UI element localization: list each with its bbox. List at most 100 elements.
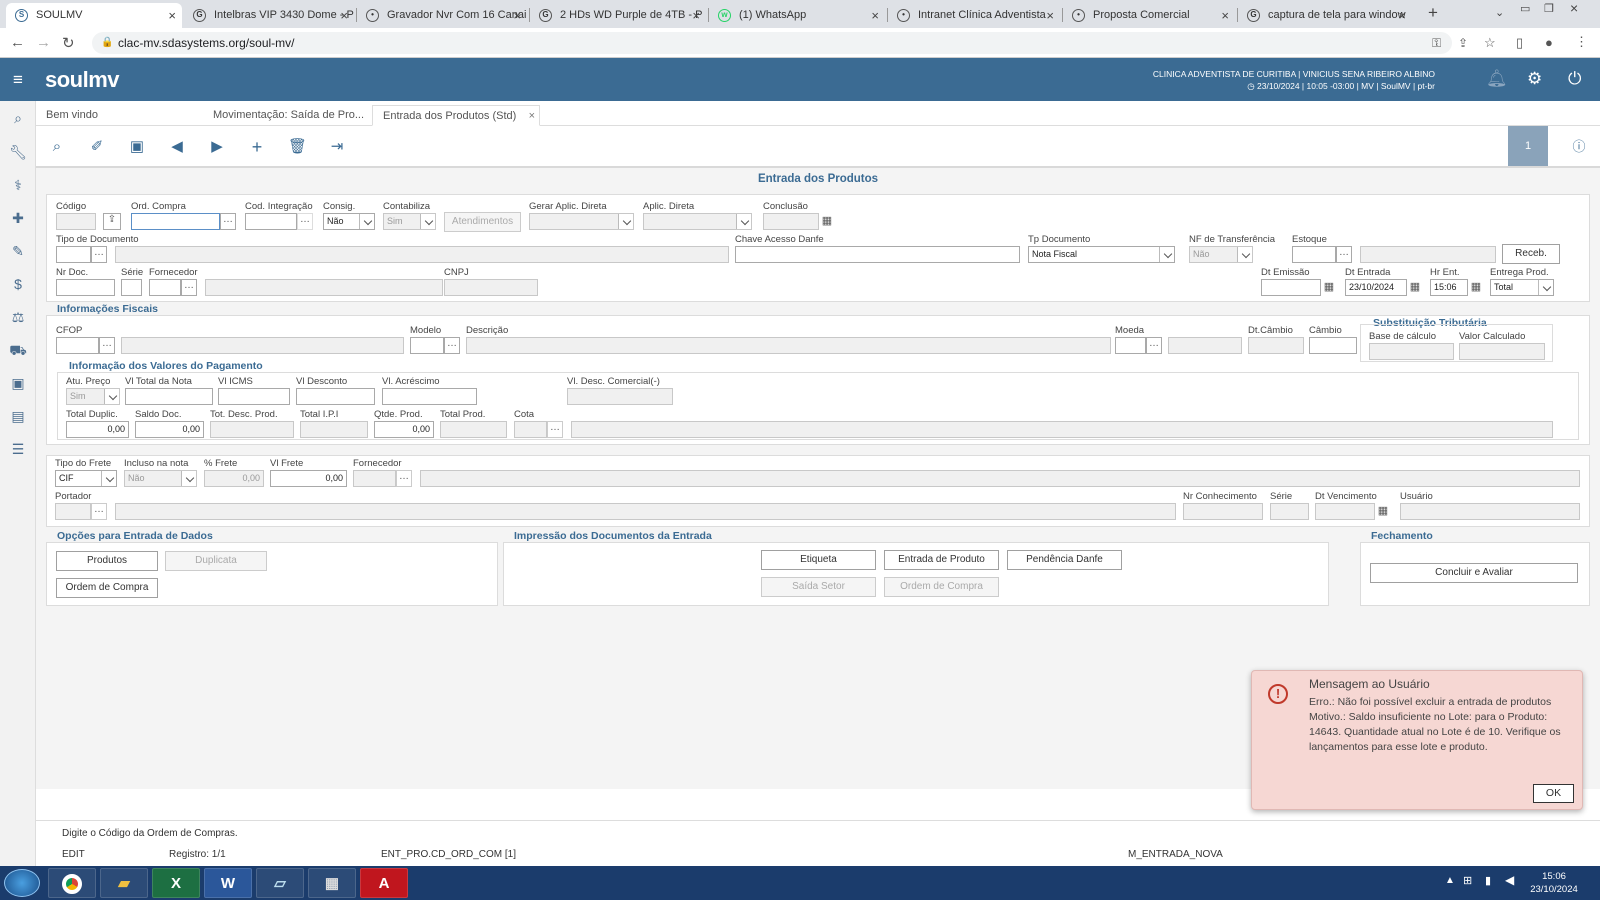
tipo-documento-lookup-icon[interactable]: … — [91, 246, 107, 263]
ord-compra-input[interactable] — [131, 213, 220, 230]
tab-bem-vindo[interactable]: Bem vindo — [36, 105, 108, 126]
vl-frete-input[interactable]: 0,00 — [270, 470, 347, 487]
stethoscope-icon[interactable]: ⚕ — [9, 176, 27, 194]
cfop-input[interactable] — [56, 337, 99, 354]
ord-compra-lookup-icon[interactable]: … — [220, 213, 236, 230]
close-icon[interactable]: × — [529, 106, 535, 127]
vl-total-nota-input[interactable] — [125, 388, 213, 405]
image-icon[interactable]: ▣ — [9, 374, 27, 392]
tipo-frete-select[interactable]: CIF — [55, 470, 117, 487]
network-icon[interactable]: ⊞ — [1463, 874, 1472, 887]
tipo-documento-input[interactable] — [56, 246, 91, 263]
help-icon[interactable]: ⓘ — [1570, 138, 1588, 156]
perc-frete-input[interactable]: 0,00 — [204, 470, 264, 487]
hr-ent-input[interactable]: 15:06 — [1430, 279, 1468, 296]
atendimentos-button[interactable]: Atendimentos — [444, 212, 521, 232]
share-icon[interactable]: ⇪ — [1458, 36, 1468, 50]
nr-conhecimento-input[interactable] — [1183, 503, 1263, 520]
nf-transferencia-select[interactable]: Não — [1189, 246, 1253, 263]
impressao-ordem-compra-button[interactable]: Ordem de Compra — [884, 577, 999, 597]
tab-search-icon[interactable]: ⌄ — [1495, 6, 1504, 19]
menu-dots-icon[interactable]: ⋮ — [1575, 34, 1588, 50]
saldo-doc-input[interactable]: 0,00 — [135, 421, 204, 438]
calendar-icon[interactable]: ▦ — [1376, 503, 1390, 520]
calculator-taskbar-icon[interactable]: ▦ — [308, 868, 356, 898]
url-field[interactable]: 🔒 clac-mv.sdasystems.org/soul-mv/ — [92, 32, 1452, 54]
medical-kit-icon[interactable]: ✚ — [9, 209, 27, 227]
gerar-aplic-direta-select[interactable] — [529, 213, 634, 230]
excel-taskbar-icon[interactable]: X — [152, 868, 200, 898]
moeda-input[interactable] — [1115, 337, 1146, 354]
clock-icon[interactable]: ▦ — [1469, 279, 1483, 296]
back-icon[interactable]: ← — [10, 34, 25, 51]
power-icon[interactable]: ⏻ — [1568, 69, 1581, 89]
eraser-icon[interactable]: ✐ — [88, 138, 106, 156]
codigo-input[interactable] — [56, 213, 96, 230]
estoque-lookup-icon[interactable]: … — [1336, 246, 1352, 263]
calendar-icon[interactable]: ▦ — [1408, 279, 1422, 296]
chave-danfe-input[interactable] — [735, 246, 1020, 263]
browser-tab-captura[interactable]: Gcaptura de tela para window × — [1238, 3, 1412, 28]
qtde-prod-input[interactable]: 0,00 — [374, 421, 434, 438]
ok-button[interactable]: OK — [1533, 784, 1574, 803]
wrench-icon[interactable]: 🔧︎ — [9, 143, 27, 161]
receb-button[interactable]: Receb. — [1502, 244, 1560, 264]
cod-integracao-lookup-icon[interactable]: … — [297, 213, 313, 230]
search-icon[interactable]: ⌕ — [9, 109, 27, 127]
chrome-taskbar-icon[interactable] — [48, 868, 96, 898]
browser-tab-intelbras[interactable]: G Intelbras VIP 3430 Dome - P × — [184, 3, 354, 28]
concluir-avaliar-button[interactable]: Concluir e Avaliar — [1370, 563, 1578, 583]
side-panel-icon[interactable]: ▯ — [1516, 35, 1523, 51]
word-taskbar-icon[interactable]: W — [204, 868, 252, 898]
frete-fornecedor-input[interactable] — [353, 470, 396, 487]
browser-tab-soulmv[interactable]: S SOULMV × — [6, 3, 182, 28]
browser-tab-whatsapp[interactable]: w (1) WhatsApp × — [709, 3, 885, 28]
close-tab-icon[interactable]: × — [1221, 3, 1229, 28]
contabiliza-select[interactable]: Sim — [383, 213, 436, 230]
system-clock[interactable]: 15:06 23/10/2024 — [1522, 870, 1586, 896]
vl-icms-input[interactable] — [218, 388, 290, 405]
browser-tab-intranet[interactable]: • Intranet Clínica Adventista × — [888, 3, 1060, 28]
browser-tab-proposta[interactable]: • Proposta Comercial × — [1063, 3, 1235, 28]
exit-icon[interactable]: ⇥ — [328, 138, 346, 156]
entrada-produto-button[interactable]: Entrada de Produto — [884, 550, 999, 570]
frete-fornecedor-lookup-icon[interactable]: … — [396, 470, 412, 487]
close-tab-icon[interactable]: × — [1398, 3, 1406, 28]
etiqueta-button[interactable]: Etiqueta — [761, 550, 876, 570]
saida-setor-button[interactable]: Saída Setor — [761, 577, 876, 597]
aplic-direta-select[interactable] — [643, 213, 752, 230]
atu-preco-select[interactable]: Sim — [66, 388, 120, 405]
prev-icon[interactable]: ◀ — [168, 138, 186, 156]
dt-vencimento-input[interactable] — [1315, 503, 1375, 520]
calendar-icon[interactable]: ▦ — [1322, 279, 1336, 296]
save-icon[interactable]: ▣ — [128, 138, 146, 156]
produtos-button[interactable]: Produtos — [56, 551, 158, 571]
acrobat-taskbar-icon[interactable]: A — [360, 868, 408, 898]
minimize-icon[interactable]: ▭ — [1520, 2, 1530, 15]
pendencia-danfe-button[interactable]: Pendência Danfe — [1007, 550, 1122, 570]
tab-movimentacao[interactable]: Movimentação: Saída de Pro... — [203, 105, 374, 126]
search-icon[interactable]: ⌕ — [48, 138, 66, 156]
close-tab-icon[interactable]: × — [513, 3, 521, 28]
cota-input[interactable] — [514, 421, 547, 438]
frete-serie-input[interactable] — [1270, 503, 1309, 520]
notes-taskbar-icon[interactable]: ▱ — [256, 868, 304, 898]
cota-lookup-icon[interactable]: … — [547, 421, 563, 438]
ordem-compra-button[interactable]: Ordem de Compra — [56, 578, 158, 598]
trash-icon[interactable]: 🗑︎ — [288, 138, 307, 156]
start-button[interactable] — [4, 869, 40, 897]
tray-arrow-icon[interactable]: ▲ — [1445, 875, 1455, 886]
close-window-icon[interactable]: × — [1570, 0, 1578, 16]
modelo-input[interactable] — [410, 337, 444, 354]
entrega-prod-select[interactable]: Total — [1490, 279, 1554, 296]
hamburger-menu-icon[interactable]: ≡ — [13, 70, 23, 90]
browser-tab-hds[interactable]: G2 HDs WD Purple de 4TB - P × — [530, 3, 706, 28]
new-tab-icon[interactable]: + — [1428, 3, 1438, 23]
cambio-input[interactable] — [1309, 337, 1357, 354]
modelo-lookup-icon[interactable]: … — [444, 337, 460, 354]
close-tab-icon[interactable]: × — [168, 3, 176, 28]
tp-documento-select[interactable]: Nota Fiscal — [1028, 246, 1175, 263]
profile-icon[interactable]: ● — [1545, 35, 1553, 50]
upload-icon[interactable]: ⇪ — [103, 213, 121, 230]
reload-icon[interactable]: ↻ — [62, 34, 75, 52]
